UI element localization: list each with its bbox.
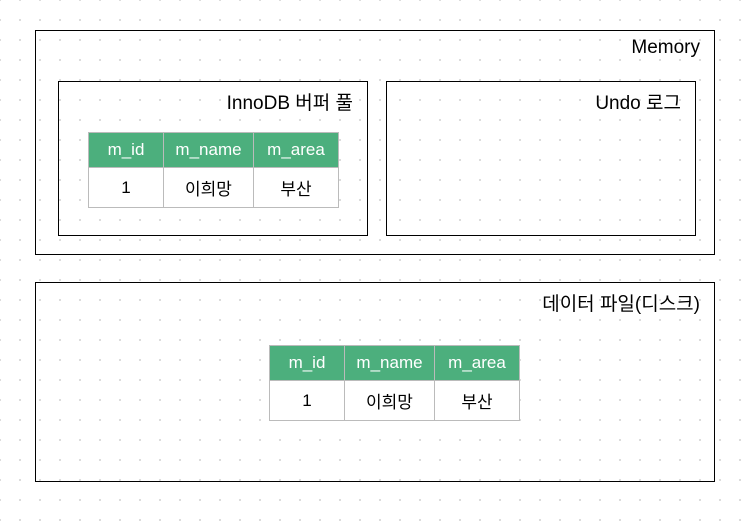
table-row: 1 이희망 부산 (89, 168, 339, 208)
buffer-pool-region: InnoDB 버퍼 풀 m_id m_name m_area 1 이희망 부산 (58, 81, 368, 236)
buffer-pool-table: m_id m_name m_area 1 이희망 부산 (88, 132, 339, 208)
cell-name: 이희망 (345, 381, 435, 421)
col-header-area: m_area (254, 133, 339, 168)
cell-area: 부산 (435, 381, 520, 421)
disk-region: 데이터 파일(디스크) m_id m_name m_area 1 이희망 부산 (35, 282, 715, 482)
col-header-id: m_id (89, 133, 164, 168)
undo-log-title: Undo 로그 (595, 88, 681, 115)
cell-id: 1 (270, 381, 345, 421)
buffer-pool-title: InnoDB 버퍼 풀 (227, 88, 353, 115)
disk-table: m_id m_name m_area 1 이희망 부산 (269, 345, 520, 421)
col-header-area: m_area (435, 346, 520, 381)
disk-title: 데이터 파일(디스크) (542, 289, 700, 316)
memory-title: Memory (631, 37, 700, 59)
col-header-name: m_name (164, 133, 254, 168)
table-row: 1 이희망 부산 (270, 381, 520, 421)
col-header-id: m_id (270, 346, 345, 381)
col-header-name: m_name (345, 346, 435, 381)
cell-name: 이희망 (164, 168, 254, 208)
memory-region: Memory InnoDB 버퍼 풀 m_id m_name m_area 1 … (35, 30, 715, 255)
undo-log-region: Undo 로그 (386, 81, 696, 236)
cell-id: 1 (89, 168, 164, 208)
cell-area: 부산 (254, 168, 339, 208)
